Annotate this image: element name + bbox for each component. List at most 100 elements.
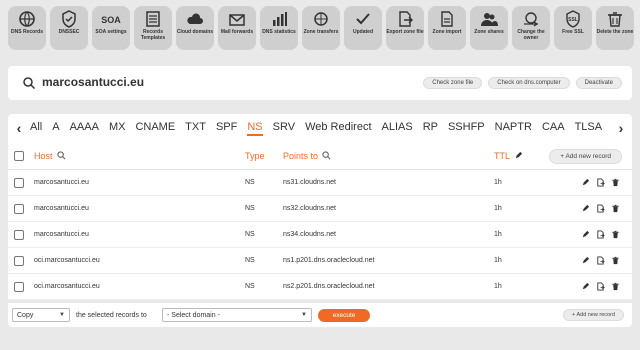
tab-srv[interactable]: SRV [273,121,295,136]
record-type-tabs: All A AAAA MX CNAME TXT SPF NS SRV Web R… [30,121,610,136]
tab-naptr[interactable]: NAPTR [495,121,532,136]
record-ttl: 1h [494,231,502,238]
trash-icon[interactable] [611,256,620,265]
row-checkbox[interactable] [14,177,24,188]
row-checkbox[interactable] [14,229,24,240]
shield-check-icon [58,9,80,29]
bulk-action-select[interactable]: Copy ▼ [12,308,70,322]
deactivate-button[interactable]: Deactivate [575,77,622,89]
tab-caa[interactable]: CAA [542,121,565,136]
record-type: NS [245,283,255,290]
check-zone-file-button[interactable]: Check zone file [423,77,483,89]
trash-icon[interactable] [611,204,620,213]
tool-dns-statistics[interactable]: DNS statistics [260,6,298,50]
tab-sshfp[interactable]: SSHFP [448,121,485,136]
row-checkbox[interactable] [14,255,24,266]
record-host: marcosantucci.eu [34,205,89,212]
tool-export-zone-file[interactable]: Export zone file [386,6,424,50]
tool-mail-forwards[interactable]: Mail forwards [218,6,256,50]
type-header[interactable]: Type [245,151,265,161]
check-on-dns-computer-button[interactable]: Check on dns.computer [488,77,570,89]
cloud-icon [184,9,206,29]
tab-mx[interactable]: MX [109,121,126,136]
chevron-down-icon: ▼ [301,312,307,318]
copy-record-icon[interactable] [596,204,605,213]
tab-ns[interactable]: NS [247,121,263,136]
tool-change-owner[interactable]: Change the owner [512,6,550,50]
copy-record-icon[interactable] [596,178,605,187]
tab-alias[interactable]: ALIAS [382,121,413,136]
tool-label: Zone transfers [303,29,339,35]
pencil-icon[interactable] [581,178,590,187]
execute-button[interactable]: execute [318,308,370,322]
tab-aaaa[interactable]: AAAA [70,121,99,136]
copy-record-icon[interactable] [596,256,605,265]
row-actions [581,282,620,291]
table-row: oci.marcosantucci.eu NS ns2.p201.dns.ora… [8,274,632,300]
add-new-record-button[interactable]: + Add new record [549,149,622,164]
tab-all[interactable]: All [30,121,42,136]
search-icon[interactable] [22,76,36,90]
tab-tlsa[interactable]: TLSA [575,121,603,136]
tool-zone-import[interactable]: Zone import [428,6,466,50]
tool-delete-zone[interactable]: Delete the zone [596,6,634,50]
tool-zone-shares[interactable]: Zone shares [470,6,508,50]
tool-label: Free SSL [562,29,584,35]
tab-web-redirect[interactable]: Web Redirect [305,121,371,136]
search-icon[interactable] [322,151,331,160]
tool-updated[interactable]: Updated [344,6,382,50]
pencil-icon[interactable] [581,204,590,213]
tool-soa-settings[interactable]: SOA SOA settings [92,6,130,50]
tool-label: DNS statistics [262,29,296,35]
ttl-header-label: TTL [494,150,511,161]
tab-rp[interactable]: RP [423,121,438,136]
add-new-record-footer-button[interactable]: + Add new record [563,309,624,321]
copy-record-icon[interactable] [596,282,605,291]
zone-import-icon [436,9,458,29]
tool-zone-transfers[interactable]: Zone transfers [302,6,340,50]
record-host: marcosantucci.eu [34,231,89,238]
bulk-action-value: Copy [17,311,34,319]
record-points-to: ns2.p201.dns.oraclecloud.net [283,283,375,290]
select-all-checkbox[interactable] [14,150,24,161]
pencil-icon[interactable] [581,256,590,265]
dns-icon [16,9,38,29]
trash-icon[interactable] [611,178,620,187]
globe-transfer-icon [310,9,332,29]
tool-dnssec[interactable]: DNSSEC [50,6,88,50]
record-ttl: 1h [494,257,502,264]
trash-icon[interactable] [611,282,620,291]
search-icon[interactable] [56,151,66,160]
host-header[interactable]: Host [34,151,66,161]
tool-cloud-domains[interactable]: Cloud domains [176,6,214,50]
tab-a[interactable]: A [52,121,59,136]
record-host: marcosantucci.eu [34,179,89,186]
table-row: marcosantucci.eu NS ns31.cloudns.net 1h [8,170,632,196]
chevron-left-icon[interactable]: ‹ [8,120,30,136]
tab-txt[interactable]: TXT [185,121,206,136]
points-to-header[interactable]: Points to [283,151,331,161]
checkmark-icon [352,9,374,29]
pencil-icon[interactable] [581,282,590,291]
tool-dns-records[interactable]: DNS Records [8,6,46,50]
record-points-to: ns32.cloudns.net [283,205,336,212]
trash-icon[interactable] [611,230,620,239]
ttl-header[interactable]: TTL [494,151,523,161]
pencil-icon[interactable] [514,151,523,160]
zone-header: marcosantucci.eu Check zone file Check o… [8,66,632,100]
pencil-icon[interactable] [581,230,590,239]
tab-spf[interactable]: SPF [216,121,237,136]
tool-label: DNS Records [11,29,43,35]
copy-record-icon[interactable] [596,230,605,239]
row-checkbox[interactable] [14,281,24,292]
tool-label: Updated [353,29,373,35]
record-points-to: ns34.cloudns.net [283,231,336,238]
chevron-right-icon[interactable]: › [610,120,632,136]
domain-select[interactable]: - Select domain - ▼ [162,308,312,322]
record-points-to: ns1.p201.dns.oraclecloud.net [283,257,375,264]
tool-free-ssl[interactable]: SSL Free SSL [554,6,592,50]
tab-cname[interactable]: CNAME [135,121,175,136]
users-icon [478,9,500,29]
row-checkbox[interactable] [14,203,24,214]
tool-records-templates[interactable]: Records Templates [134,6,172,50]
